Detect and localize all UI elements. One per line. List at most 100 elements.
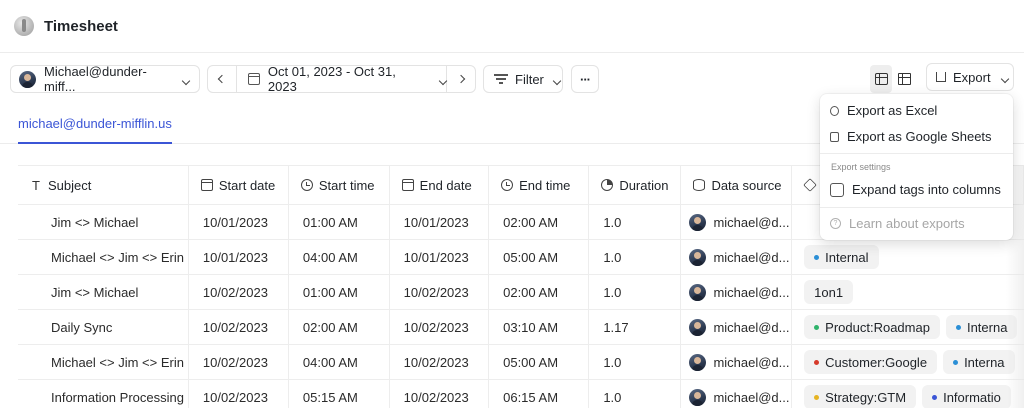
table-view-toggle[interactable] [870,65,892,93]
tag-chip[interactable]: 1on1 [804,280,854,304]
end-date-cell: 10/02/2023 [389,344,490,380]
data-source-cell: michael@d... [680,309,793,345]
learn-about-exports-link[interactable]: ? Learn about exports [830,216,965,231]
sheets-icon [830,131,839,142]
tag-chip[interactable]: Interna [943,350,1015,374]
table-row[interactable]: Daily Sync 10/02/2023 02:00 AM 10/02/2023 03… [18,309,1024,345]
table-row[interactable]: Michael <> Jim <> Erin 10/01/2023 04:00 AM… [18,239,1024,275]
help-icon: ? [830,218,841,229]
database-icon [693,179,706,191]
app-logo-icon [14,16,34,36]
tag-chip[interactable]: Product:Roadmap [804,315,940,339]
more-options-button[interactable]: ··· [571,65,599,93]
menu-divider [820,153,1013,154]
data-source-label: michael@d... [713,249,790,265]
data-source-cell: michael@d... [680,379,793,408]
tag-chip[interactable]: Strategy:GTM [804,385,917,408]
column-header-start-time[interactable]: Start time [288,165,390,205]
tag-color-dot [953,359,959,365]
end-time-cell: 05:00 AM [488,239,590,275]
start-time-cell: 04:00 AM [288,239,390,275]
start-date-cell: 10/02/2023 [188,309,289,345]
chevron-down-icon [181,76,191,85]
source-avatar [689,283,707,301]
date-range-label: Oct 01, 2023 - Oct 31, 2023 [267,64,396,94]
tag-label: Product:Roadmap [825,319,930,335]
grouped-view-toggle[interactable] [894,65,914,93]
tag-chip[interactable]: Internal [804,245,879,269]
tags-cell: Customer:Google Interna [791,344,1024,380]
column-header-duration[interactable]: Duration [588,165,682,205]
filter-button[interactable]: Filter [483,65,563,93]
export-as-google-sheets-item[interactable]: Export as Google Sheets [830,129,992,144]
source-avatar [689,388,707,406]
tag-color-dot [814,254,820,260]
end-time-cell: 05:00 AM [488,344,590,380]
source-avatar [689,213,707,231]
more-options-label: ··· [580,71,591,87]
export-button[interactable]: Export [926,63,1014,91]
start-date-cell: 10/01/2023 [188,239,289,275]
start-date-cell: 10/02/2023 [188,379,289,408]
start-time-cell: 05:15 AM [288,379,390,408]
column-header-end-time[interactable]: End time [488,165,590,205]
top-bar: Timesheet [0,0,1024,53]
next-period-button[interactable] [446,66,475,92]
chevron-down-icon [552,76,562,85]
tags-cell: Internal [791,239,1024,275]
start-time-cell: 04:00 AM [288,344,390,380]
source-avatar [689,248,707,266]
table-row[interactable]: Information Processing 10/02/2023 05:15 AM… [18,379,1024,408]
start-time-cell: 01:00 AM [288,204,390,240]
filter-icon [494,74,508,84]
user-selector[interactable]: Michael@dunder-miff... [10,64,200,94]
duration-cell: 1.0 [588,379,682,408]
data-source-cell: michael@d... [680,239,793,275]
data-source-cell: michael@d... [680,344,793,380]
table-row[interactable]: Jim <> Michael 10/02/2023 01:00 AM 10/02/20… [18,274,1024,310]
duration-cell: 1.0 [588,344,682,380]
user-avatar [19,70,36,88]
tag-chip[interactable]: Informatio [922,385,1011,408]
date-range-picker[interactable]: Oct 01, 2023 - Oct 31, 2023 [237,64,448,94]
tag-label: Internal [825,249,869,265]
data-source-cell: michael@d... [680,274,793,310]
subject-cell: Daily Sync [18,309,189,345]
tab-michael-account[interactable]: michael@dunder-mifflin.us [18,116,172,144]
export-as-excel-item[interactable]: Export as Excel [830,103,937,118]
chevron-left-icon [217,74,227,84]
start-time-cell: 01:00 AM [288,274,390,310]
tag-label: Customer:Google [825,354,928,370]
table-row[interactable]: Michael <> Jim <> Erin 10/02/2023 04:00 AM… [18,344,1024,380]
previous-period-button[interactable] [208,66,237,92]
start-date-cell: 10/01/2023 [188,204,289,240]
calendar-icon [200,179,213,191]
toolbar: Michael@dunder-miff... Oct 01, 2023 - Oc… [0,63,1024,94]
column-header-start-date[interactable]: Start date [188,165,289,205]
tag-label: 1on1 [814,284,844,300]
page-title: Timesheet [44,17,118,35]
filter-label: Filter [515,71,544,87]
data-source-cell: michael@d... [680,204,793,240]
subject-cell: Jim <> Michael [18,274,189,310]
end-date-cell: 10/01/2023 [389,204,490,240]
export-settings-caption: Export settings [831,162,891,172]
end-time-cell: 03:10 AM [488,309,590,345]
column-header-subject[interactable]: T Subject [18,165,189,205]
data-source-label: michael@d... [713,284,790,300]
end-date-cell: 10/01/2023 [389,239,490,275]
expand-tags-option[interactable]: Expand tags into columns [830,182,1001,197]
column-header-data-source[interactable]: Data source [680,165,793,205]
tag-label: Strategy:GTM [825,389,907,405]
data-source-label: michael@d... [713,354,790,370]
table-view-icon [874,73,888,85]
column-header-end-date[interactable]: End date [389,165,490,205]
expand-tags-checkbox[interactable] [830,182,844,197]
duration-cell: 1.0 [588,274,682,310]
duration-cell: 1.0 [588,239,682,275]
text-icon: T [32,177,40,193]
tag-label: Interna [964,354,1005,370]
tag-label: Interna [966,319,1008,335]
tag-color-dot [814,359,820,365]
tag-chip[interactable]: Customer:Google [804,350,938,374]
